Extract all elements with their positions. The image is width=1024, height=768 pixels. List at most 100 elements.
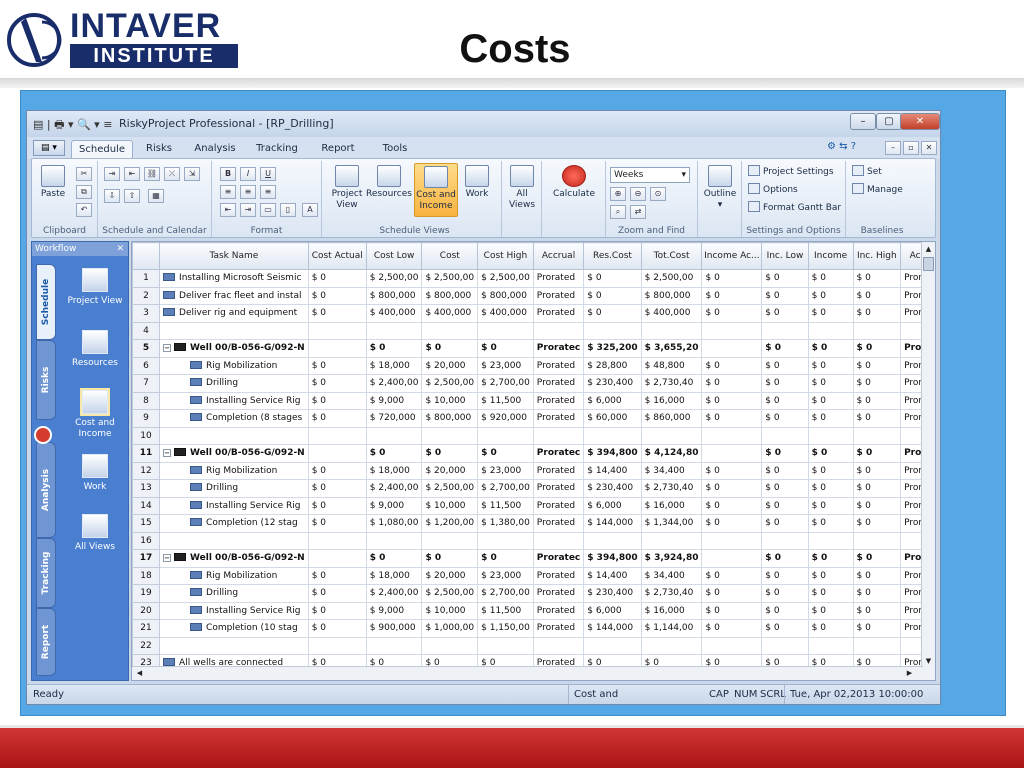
table-row[interactable]: 13 Drilling $ 0 $ 2,400,00 $ 2,500,00 $ 2,700…	[132, 479, 935, 498]
task-name-cell[interactable]	[159, 531, 309, 550]
manage-baseline-button[interactable]: Manage	[852, 183, 903, 196]
table-cell[interactable]: $ 16,000	[640, 391, 703, 410]
table-cell[interactable]: $ 2,700,00	[477, 584, 534, 603]
table-cell[interactable]	[852, 426, 902, 445]
table-cell[interactable]: $ 394,800	[583, 549, 642, 568]
table-cell[interactable]: $ 0	[421, 339, 479, 358]
table-cell[interactable]: Prorated	[532, 304, 585, 323]
outline-button[interactable]: Outline ▾	[702, 165, 738, 211]
table-row[interactable]: 18 Rig Mobilization $ 0 $ 18,000 $ 20,000 $ 2…	[132, 566, 935, 585]
table-cell[interactable]: $ 0	[307, 496, 367, 515]
table-cell[interactable]: $ 0	[761, 584, 809, 603]
zoom-fit-icon[interactable]: ⊙	[650, 187, 666, 201]
scrollbar-thumb[interactable]	[923, 257, 934, 271]
table-cell[interactable]: $ 9,000	[365, 601, 423, 620]
table-cell[interactable]: $ 0	[701, 409, 763, 428]
table-cell[interactable]	[701, 531, 763, 550]
table-cell[interactable]	[307, 531, 367, 550]
vertical-scrollbar[interactable]: ▲ ▼	[921, 242, 935, 680]
table-cell[interactable]	[852, 531, 902, 550]
table-cell[interactable]: $ 6,000	[583, 496, 642, 515]
table-cell[interactable]: $ 0	[365, 444, 423, 463]
table-cell[interactable]: $ 0	[852, 619, 902, 638]
maximize-button[interactable]: ▢	[876, 113, 902, 130]
table-cell[interactable]: $ 0	[852, 304, 902, 323]
project-settings-button[interactable]: Project Settings	[748, 165, 834, 178]
table-cell[interactable]: $ 18,000	[365, 356, 423, 375]
column-header[interactable]: Cost Low	[365, 242, 423, 270]
workflow-resources[interactable]: Resources	[62, 330, 128, 369]
table-cell[interactable]: $ 0	[701, 356, 763, 375]
task-name-cell[interactable]: − Well 00/B-056-G/092-N	[159, 444, 309, 463]
indent-icon[interactable]: ⇥	[104, 167, 120, 181]
table-cell[interactable]: $ 0	[701, 619, 763, 638]
table-cell[interactable]: $ 0	[307, 269, 367, 288]
table-row[interactable]: 5− Well 00/B-056-G/092-N $ 0 $ 0 $ 0 Proratec…	[132, 339, 935, 358]
column-header[interactable]: Inc. High	[852, 242, 902, 270]
table-cell[interactable]: $ 2,500,00	[477, 269, 534, 288]
table-cell[interactable]: Prorated	[532, 619, 585, 638]
table-cell[interactable]: $ 900,000	[365, 619, 423, 638]
column-header[interactable]: Cost Actual	[307, 242, 367, 270]
table-cell[interactable]	[365, 636, 423, 655]
table-cell[interactable]: $ 0	[807, 444, 854, 463]
table-cell[interactable]: $ 1,344,00	[640, 514, 703, 533]
table-cell[interactable]	[761, 636, 809, 655]
table-cell[interactable]: $ 0	[852, 339, 902, 358]
table-cell[interactable]	[640, 321, 703, 340]
table-cell[interactable]	[532, 321, 585, 340]
zoom-in-icon[interactable]: ⊕	[610, 187, 626, 201]
vtab-analysis[interactable]: Analysis	[36, 442, 56, 538]
table-cell[interactable]: $ 10,000	[421, 601, 479, 620]
table-cell[interactable]: $ 2,500,00	[640, 269, 703, 288]
table-cell[interactable]: $ 10,000	[421, 391, 479, 410]
table-cell[interactable]: $ 0	[307, 409, 367, 428]
scroll-down-icon[interactable]: ▼	[923, 655, 934, 667]
table-cell[interactable]: $ 34,400	[640, 461, 703, 480]
move-up-icon[interactable]: ⇧	[124, 189, 140, 203]
table-cell[interactable]	[421, 531, 479, 550]
cost-income-button[interactable]: Cost and Income	[414, 163, 458, 217]
table-cell[interactable]: $ 2,500,00	[421, 374, 479, 393]
format-icon-2[interactable]: ⇥	[240, 203, 256, 217]
table-cell[interactable]	[307, 549, 367, 568]
table-cell[interactable]	[365, 531, 423, 550]
table-cell[interactable]	[307, 339, 367, 358]
table-cell[interactable]: $ 0	[761, 566, 809, 585]
table-cell[interactable]: Prorated	[532, 566, 585, 585]
calendar-icon[interactable]: ▦	[148, 189, 164, 203]
calculate-button[interactable]: Calculate	[548, 165, 600, 200]
table-cell[interactable]: $ 2,700,00	[477, 479, 534, 498]
task-name-cell[interactable]: Drilling	[159, 479, 309, 498]
table-cell[interactable]	[365, 426, 423, 445]
table-cell[interactable]: $ 10,000	[421, 496, 479, 515]
table-cell[interactable]: $ 0	[852, 444, 902, 463]
table-row[interactable]: 16	[132, 531, 935, 550]
table-cell[interactable]: $ 0	[761, 461, 809, 480]
table-cell[interactable]: $ 1,150,00	[477, 619, 534, 638]
table-cell[interactable]: $ 800,000	[421, 409, 479, 428]
table-cell[interactable]: $ 1,200,00	[421, 514, 479, 533]
bold-button[interactable]: B	[220, 167, 236, 181]
table-cell[interactable]	[807, 531, 854, 550]
table-cell[interactable]: $ 20,000	[421, 566, 479, 585]
table-cell[interactable]	[761, 321, 809, 340]
table-cell[interactable]: $ 0	[761, 549, 809, 568]
scroll-left-icon[interactable]: ◀	[134, 667, 145, 679]
table-cell[interactable]: Prorated	[532, 514, 585, 533]
mdi-restore-button[interactable]: ▫	[903, 141, 919, 155]
table-cell[interactable]: $ 14,400	[583, 566, 642, 585]
table-cell[interactable]: $ 400,000	[477, 304, 534, 323]
workflow-close-icon[interactable]: ✕	[116, 242, 124, 256]
replace-icon[interactable]: ⇄	[630, 205, 646, 219]
task-name-cell[interactable]: Drilling	[159, 374, 309, 393]
table-cell[interactable]	[852, 321, 902, 340]
task-name-cell[interactable]: Completion (12 stag	[159, 514, 309, 533]
task-name-cell[interactable]: Installing Service Rig	[159, 496, 309, 515]
table-cell[interactable]: $ 0	[807, 566, 854, 585]
table-row[interactable]: 20 Installing Service Rig $ 0 $ 9,000 $ 10,0…	[132, 601, 935, 620]
table-cell[interactable]: $ 14,400	[583, 461, 642, 480]
table-cell[interactable]: $ 0	[807, 549, 854, 568]
table-cell[interactable]: $ 3,924,80	[640, 549, 703, 568]
tab-schedule[interactable]: Schedule	[71, 140, 133, 159]
